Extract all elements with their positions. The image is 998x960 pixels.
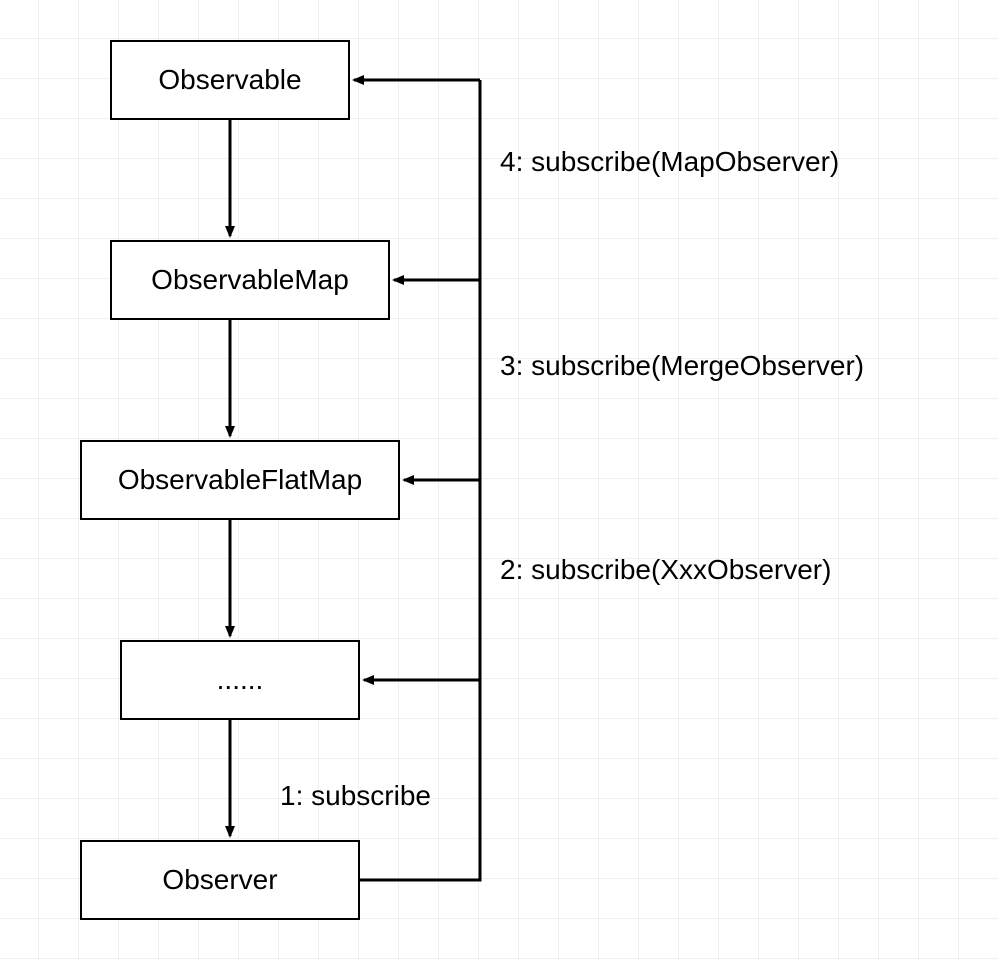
node-observable-flatmap: ObservableFlatMap <box>80 440 400 520</box>
label-step2: 2: subscribe(XxxObserver) <box>500 554 831 586</box>
label-step3: 3: subscribe(MergeObserver) <box>500 350 864 382</box>
node-ellipsis-label: ...... <box>217 664 264 696</box>
node-observer: Observer <box>80 840 360 920</box>
node-observable-label: Observable <box>158 64 301 96</box>
node-observable-map: ObservableMap <box>110 240 390 320</box>
node-observable-map-label: ObservableMap <box>151 264 349 296</box>
node-ellipsis: ...... <box>120 640 360 720</box>
node-observable-flatmap-label: ObservableFlatMap <box>118 464 362 496</box>
label-step4: 4: subscribe(MapObserver) <box>500 146 839 178</box>
diagram-canvas: Observable ObservableMap ObservableFlatM… <box>0 0 998 960</box>
node-observable: Observable <box>110 40 350 120</box>
node-observer-label: Observer <box>162 864 277 896</box>
label-step1: 1: subscribe <box>280 780 431 812</box>
